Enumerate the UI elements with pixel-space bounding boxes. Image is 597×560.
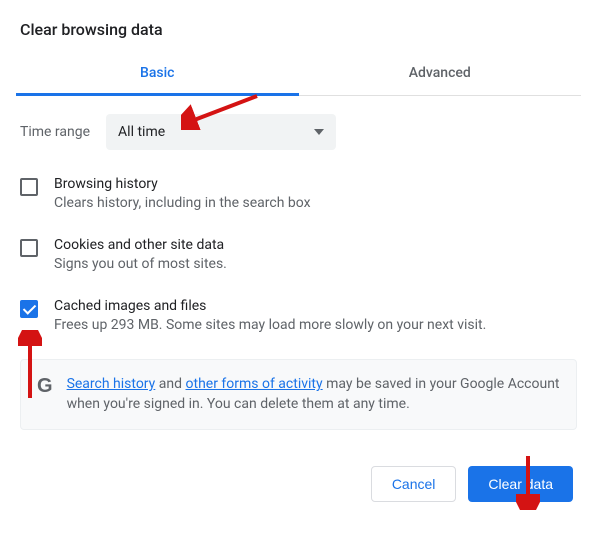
dialog-actions: Cancel Clear data xyxy=(16,450,581,502)
option-desc: Clears history, including in the search … xyxy=(54,195,311,211)
cached-files-checkbox[interactable] xyxy=(20,300,38,318)
time-range-row: Time range All time xyxy=(20,114,577,150)
clear-data-button[interactable]: Clear data xyxy=(468,466,573,502)
tab-basic[interactable]: Basic xyxy=(16,53,299,96)
search-history-link[interactable]: Search history xyxy=(67,376,156,392)
time-range-select[interactable]: All time xyxy=(106,114,336,150)
option-desc: Signs you out of most sites. xyxy=(54,256,227,272)
google-account-notice: G Search history and other forms of acti… xyxy=(20,359,577,430)
tab-advanced[interactable]: Advanced xyxy=(299,53,582,95)
browsing-history-checkbox[interactable] xyxy=(20,178,38,196)
notice-text: Search history and other forms of activi… xyxy=(67,374,560,415)
tab-content: Time range All time Browsing history Cle… xyxy=(16,96,581,430)
time-range-label: Time range xyxy=(20,124,90,140)
other-activity-link[interactable]: other forms of activity xyxy=(186,376,323,392)
option-title: Browsing history xyxy=(54,176,311,192)
google-logo-icon: G xyxy=(37,376,53,396)
option-cached-files: Cached images and files Frees up 293 MB.… xyxy=(20,298,577,333)
option-title: Cookies and other site data xyxy=(54,237,227,253)
clear-browsing-data-dialog: Clear browsing data Basic Advanced Time … xyxy=(0,0,597,502)
option-browsing-history: Browsing history Clears history, includi… xyxy=(20,176,577,211)
option-title: Cached images and files xyxy=(54,298,486,314)
dialog-title: Clear browsing data xyxy=(16,20,581,53)
option-cookies: Cookies and other site data Signs you ou… xyxy=(20,237,577,272)
time-range-value: All time xyxy=(118,124,165,140)
chevron-down-icon xyxy=(314,129,324,135)
cancel-button[interactable]: Cancel xyxy=(371,466,457,502)
option-desc: Frees up 293 MB. Some sites may load mor… xyxy=(54,317,486,333)
cookies-checkbox[interactable] xyxy=(20,239,38,257)
tabs: Basic Advanced xyxy=(16,53,581,96)
